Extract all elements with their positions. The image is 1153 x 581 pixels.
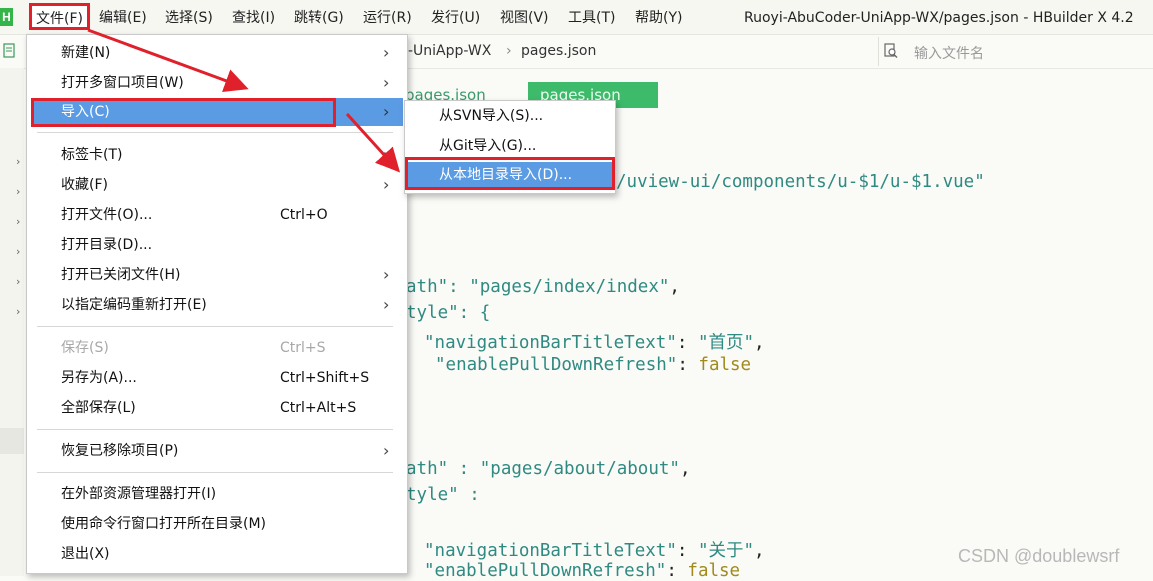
shortcut-save-as: Ctrl+Shift+S — [280, 370, 370, 386]
tree-selected-row[interactable] — [0, 428, 24, 454]
breadcrumb-separator: › — [506, 43, 512, 59]
chevron-right-icon[interactable]: › — [16, 305, 20, 318]
menu-help[interactable]: 帮助(Y) — [635, 8, 682, 28]
menu-file[interactable]: 文件(F) — [29, 3, 90, 30]
menu-item-open-multi-window[interactable]: 打开多窗口项目(W) — [61, 71, 184, 95]
menu-item-exit[interactable]: 退出(X) — [61, 542, 110, 566]
file-search-input[interactable] — [912, 40, 1136, 66]
code-line[interactable]: "enablePullDownRefresh": false — [435, 355, 751, 375]
window-title: Ruoyi-AbuCoder-UniApp-WX/pages.json - HB… — [744, 10, 1134, 26]
menu-item-open-file[interactable]: 打开文件(O)... — [61, 203, 152, 227]
submenu-arrow-icon: › — [383, 265, 390, 284]
menu-bar: H 文件(F) 编辑(E) 选择(S) 查找(I) 跳转(G) 运行(R) 发行… — [0, 0, 1153, 35]
code-line[interactable]: "navigationBarTitleText": "首页", — [424, 329, 765, 354]
submenu-item-import-svn[interactable]: 从SVN导入(S)... — [439, 104, 543, 128]
menu-item-save-as[interactable]: 另存为(A)... — [61, 366, 137, 390]
code-line[interactable]: "enablePullDownRefresh": false — [424, 561, 740, 581]
chevron-right-icon[interactable]: › — [16, 155, 20, 168]
shortcut-open-file: Ctrl+O — [280, 207, 328, 223]
menu-item-open-closed-file[interactable]: 打开已关闭文件(H) — [61, 263, 180, 287]
watermark: CSDN @doublewsrf — [958, 546, 1120, 566]
chevron-right-icon[interactable]: › — [16, 185, 20, 198]
chevron-right-icon[interactable]: › — [16, 215, 20, 228]
menu-separator — [37, 472, 393, 473]
menu-item-favorites[interactable]: 收藏(F) — [61, 173, 108, 197]
submenu-item-import-git[interactable]: 从Git导入(G)... — [439, 134, 536, 158]
menu-publish[interactable]: 发行(U) — [431, 8, 480, 28]
menu-item-open-in-terminal[interactable]: 使用命令行窗口打开所在目录(M) — [61, 512, 266, 536]
menu-separator — [37, 429, 393, 430]
code-line[interactable]: ath": "pages/index/index", — [406, 277, 680, 297]
menu-item-reopen-with-encoding[interactable]: 以指定编码重新打开(E) — [61, 293, 207, 317]
menu-item-tabs[interactable]: 标签卡(T) — [61, 143, 122, 167]
menu-edit[interactable]: 编辑(E) — [99, 8, 147, 28]
menu-run[interactable]: 运行(R) — [363, 8, 412, 28]
menu-view[interactable]: 视图(V) — [500, 8, 549, 28]
menu-item-open-in-explorer[interactable]: 在外部资源管理器打开(I) — [61, 482, 216, 506]
menu-tools[interactable]: 工具(T) — [568, 8, 615, 28]
breadcrumb-project[interactable]: -UniApp-WX — [408, 43, 491, 59]
import-submenu: 从SVN导入(S)... 从Git导入(G)... 从本地目录导入(D)... — [404, 100, 616, 194]
menu-goto[interactable]: 跳转(G) — [294, 8, 344, 28]
hbuilder-logo-icon: H — [0, 8, 13, 26]
menu-separator — [37, 132, 393, 133]
menu-item-open-folder[interactable]: 打开目录(D)... — [61, 233, 152, 257]
shortcut-save: Ctrl+S — [280, 340, 326, 356]
code-line[interactable]: tyle": { — [406, 303, 490, 323]
new-file-icon[interactable] — [3, 43, 17, 59]
menu-item-save-all[interactable]: 全部保存(L) — [61, 396, 136, 420]
menu-item-save: 保存(S) — [61, 340, 109, 356]
file-search-icon — [884, 43, 898, 58]
submenu-arrow-icon: › — [383, 295, 390, 314]
annotation-highlight-box — [31, 98, 336, 127]
annotation-highlight-box — [405, 157, 615, 190]
menu-select[interactable]: 选择(S) — [165, 8, 213, 28]
submenu-arrow-icon: › — [383, 145, 390, 164]
code-line[interactable]: tyle" : — [406, 485, 480, 505]
submenu-arrow-icon: › — [383, 102, 390, 121]
menu-item-new[interactable]: 新建(N) — [61, 41, 110, 65]
code-line[interactable]: ath" : "pages/about/about", — [406, 459, 691, 479]
code-line[interactable]: /uview-ui/components/u-$1/u-$1.vue" — [616, 172, 985, 192]
submenu-arrow-icon: › — [383, 175, 390, 194]
project-tree-panel: › › › › › › — [0, 68, 24, 576]
file-menu-dropdown: 新建(N) › 打开多窗口项目(W) › 导入(C) › 标签卡(T) › 收藏… — [26, 34, 408, 574]
menu-find[interactable]: 查找(I) — [232, 8, 275, 28]
shortcut-save-all: Ctrl+Alt+S — [280, 400, 357, 416]
submenu-arrow-icon: › — [383, 73, 390, 92]
submenu-arrow-icon: › — [383, 441, 390, 460]
chevron-right-icon[interactable]: › — [16, 275, 20, 288]
breadcrumb-file[interactable]: pages.json — [521, 43, 596, 59]
menu-item-restore-removed[interactable]: 恢复已移除项目(P) — [61, 439, 178, 463]
menu-separator — [37, 326, 393, 327]
submenu-arrow-icon: › — [383, 43, 390, 62]
code-line[interactable]: "navigationBarTitleText": "关于", — [424, 537, 765, 562]
chevron-right-icon[interactable]: › — [16, 245, 20, 258]
